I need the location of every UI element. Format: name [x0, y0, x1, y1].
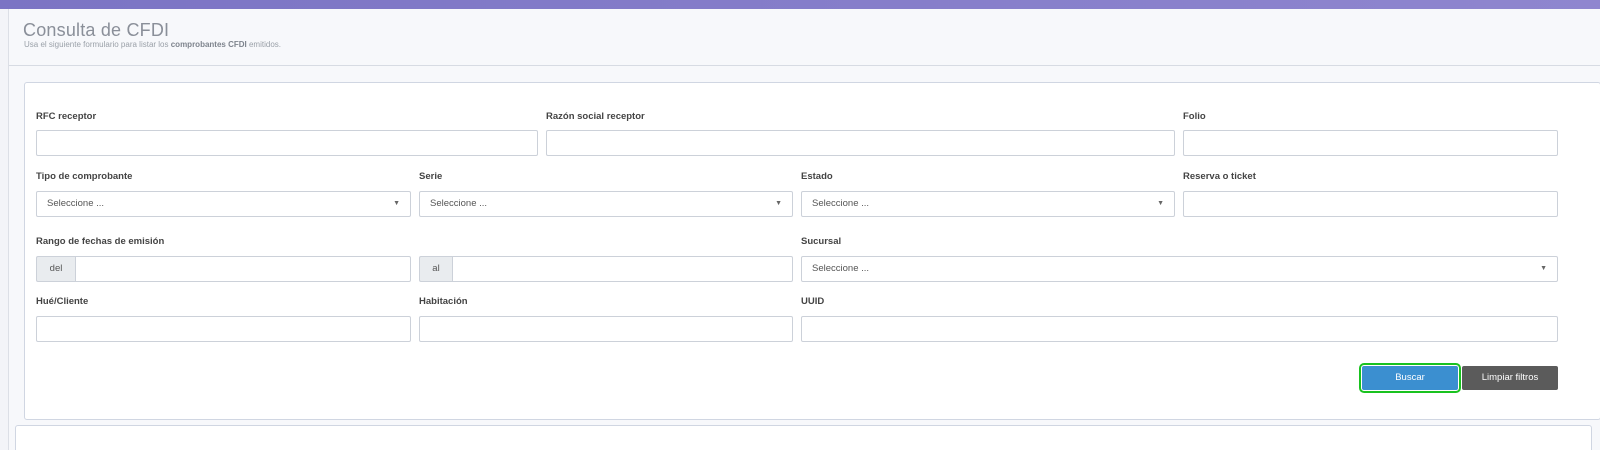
chevron-down-icon: ▼ — [775, 200, 782, 207]
fecha-al-addon: al — [419, 256, 452, 282]
uuid-input[interactable] — [801, 316, 1558, 342]
subtitle-prefix: Usa el siguiente formulario para listar … — [24, 40, 171, 49]
huesped-cliente-label: Hué/Cliente — [36, 296, 89, 307]
subtitle-bold: comprobantes CFDI — [170, 40, 247, 49]
habitacion-input[interactable] — [419, 316, 793, 342]
folio-label: Folio — [1183, 111, 1206, 122]
clear-filters-button[interactable]: Limpiar filtros — [1462, 366, 1558, 390]
folio-input[interactable] — [1183, 130, 1558, 156]
chevron-down-icon: ▼ — [1540, 265, 1547, 272]
chevron-down-icon: ▼ — [1157, 200, 1164, 207]
content-area: Consulta de CFDI Usa el siguiente formul… — [8, 9, 1600, 450]
page-title: Consulta de CFDI — [23, 20, 170, 40]
razon-social-input[interactable] — [546, 130, 1175, 156]
rfc-label: RFC receptor — [36, 111, 97, 122]
huesped-cliente-input[interactable] — [36, 316, 411, 342]
habitacion-label: Habitación — [419, 296, 468, 307]
serie-label: Serie — [419, 171, 443, 182]
rfc-input[interactable] — [36, 130, 538, 156]
fecha-del-input[interactable] — [75, 256, 411, 282]
page-header: Consulta de CFDI Usa el siguiente formul… — [9, 9, 1600, 66]
tipo-comprobante-label: Tipo de comprobante — [36, 171, 133, 182]
estado-value: Seleccione ... — [812, 198, 870, 209]
serie-value: Seleccione ... — [430, 198, 488, 209]
filter-form-card: RFC receptor Razón social receptor Folio… — [24, 82, 1600, 420]
fecha-al-input[interactable] — [452, 256, 793, 282]
rango-fechas-label: Rango de fechas de emisión — [36, 236, 165, 247]
estado-label: Estado — [801, 171, 833, 182]
sucursal-value: Seleccione ... — [812, 263, 870, 274]
chevron-down-icon: ▼ — [393, 200, 400, 207]
reserva-ticket-label: Reserva o ticket — [1183, 171, 1256, 182]
uuid-label: UUID — [801, 296, 825, 307]
results-card — [15, 425, 1592, 450]
sucursal-select[interactable]: Seleccione ... ▼ — [801, 256, 1558, 282]
search-button[interactable]: Buscar — [1359, 363, 1461, 393]
serie-select[interactable]: Seleccione ... ▼ — [419, 191, 793, 217]
subtitle-suffix: emitidos. — [246, 40, 281, 49]
reserva-ticket-input[interactable] — [1183, 191, 1558, 217]
tipo-comprobante-value: Seleccione ... — [47, 198, 105, 209]
razon-social-label: Razón social receptor — [546, 111, 645, 122]
page-subtitle: Usa el siguiente formulario para listar … — [24, 40, 281, 49]
estado-select[interactable]: Seleccione ... ▼ — [801, 191, 1175, 217]
fecha-del-addon: del — [36, 256, 75, 282]
sucursal-label: Sucursal — [801, 236, 842, 247]
tipo-comprobante-select[interactable]: Seleccione ... ▼ — [36, 191, 411, 217]
top-accent-bar — [0, 0, 1600, 9]
